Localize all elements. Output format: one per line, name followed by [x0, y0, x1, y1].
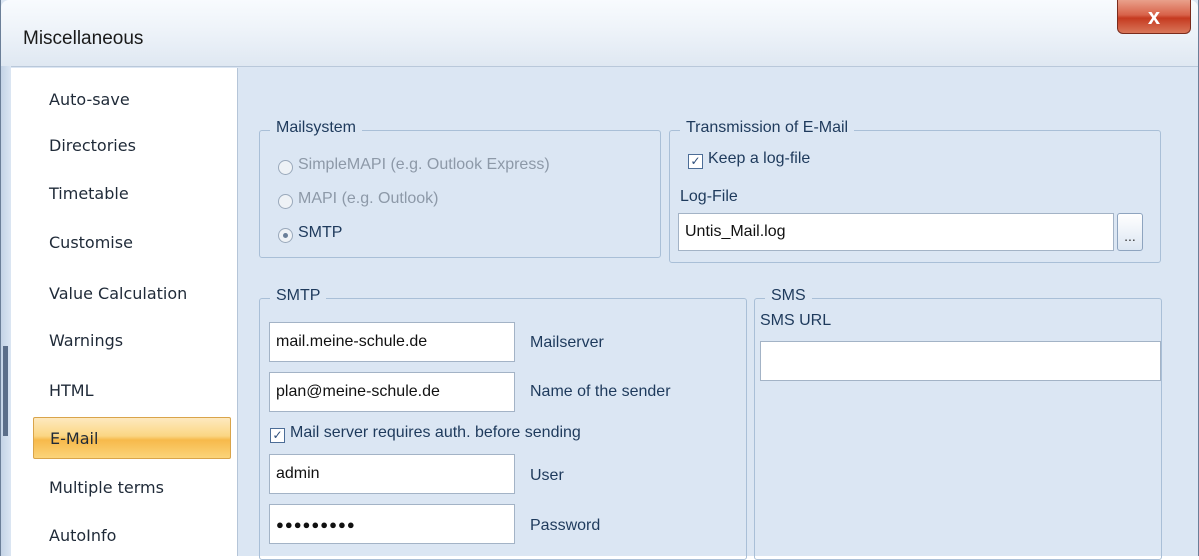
sidebar-item-timetable[interactable]: Timetable [33, 172, 231, 214]
log-file-input[interactable]: Untis_Mail.log [678, 213, 1114, 251]
simplemapi-radio[interactable] [278, 160, 293, 175]
keep-log-label: Keep a log-file [708, 150, 811, 167]
close-button[interactable]: x [1117, 0, 1191, 34]
window-title: Miscellaneous [23, 28, 144, 49]
sidebar-item-multiple-terms[interactable]: Multiple terms [33, 466, 231, 508]
mapi-radio[interactable] [278, 194, 293, 209]
password-label: Password [530, 517, 601, 534]
category-sidebar: Auto-save Directories Timetable Customis… [11, 68, 238, 556]
mapi-label: MAPI (e.g. Outlook) [298, 190, 439, 207]
sidebar-item-autoinfo[interactable]: AutoInfo [33, 514, 231, 556]
smtp-group: SMTP mail.meine-schule.de Mailserver pla… [259, 287, 747, 560]
sender-name-input[interactable]: plan@meine-schule.de [269, 372, 515, 412]
miscellaneous-dialog: Miscellaneous x Auto-save Directories Ti… [0, 0, 1199, 560]
mailsystem-group: Mailsystem SimpleMAPI (e.g. Outlook Expr… [259, 119, 661, 258]
mailsystem-group-title: Mailsystem [270, 119, 363, 137]
sidebar-item-customise[interactable]: Customise [33, 221, 231, 263]
keep-log-checkbox[interactable]: ✓ [688, 154, 703, 169]
sms-url-label: SMS URL [760, 312, 832, 329]
sms-group: SMS SMS URL [754, 287, 1162, 560]
user-input[interactable]: admin [269, 454, 515, 494]
browse-log-file-button[interactable]: ... [1117, 213, 1143, 251]
smtp-group-title: SMTP [270, 287, 327, 305]
mailserver-input[interactable]: mail.meine-schule.de [269, 322, 515, 362]
log-file-label: Log-File [680, 188, 738, 205]
user-label: User [530, 467, 564, 484]
title-bar: Miscellaneous x [1, 0, 1198, 67]
close-icon: x [1147, 3, 1161, 29]
sidebar-item-e-mail[interactable]: E-Mail [33, 417, 231, 459]
auth-required-label: Mail server requires auth. before sendin… [290, 424, 581, 441]
transmission-group: Transmission of E-Mail ✓ Keep a log-file… [669, 119, 1161, 263]
smtp-radio-label: SMTP [298, 224, 343, 241]
sidebar-item-directories[interactable]: Directories [33, 124, 231, 166]
sidebar-item-warnings[interactable]: Warnings [33, 319, 231, 361]
sms-url-input[interactable] [760, 341, 1161, 381]
transmission-group-title: Transmission of E-Mail [680, 119, 855, 137]
smtp-radio[interactable] [278, 228, 293, 243]
edge-marker [3, 346, 8, 436]
sidebar-item-html[interactable]: HTML [33, 369, 231, 411]
sender-name-label: Name of the sender [530, 383, 671, 400]
password-input[interactable]: ●●●●●●●●● [269, 504, 515, 544]
email-settings-panel: Mailsystem SimpleMAPI (e.g. Outlook Expr… [239, 68, 1198, 560]
simplemapi-label: SimpleMAPI (e.g. Outlook Express) [298, 156, 550, 173]
sidebar-item-value-calculation[interactable]: Value Calculation [33, 272, 231, 314]
window-left-edge [1, 66, 11, 556]
mailserver-label: Mailserver [530, 334, 604, 351]
auth-required-checkbox[interactable]: ✓ [270, 428, 285, 443]
sidebar-item-auto-save[interactable]: Auto-save [33, 78, 231, 120]
sms-group-title: SMS [765, 287, 812, 305]
